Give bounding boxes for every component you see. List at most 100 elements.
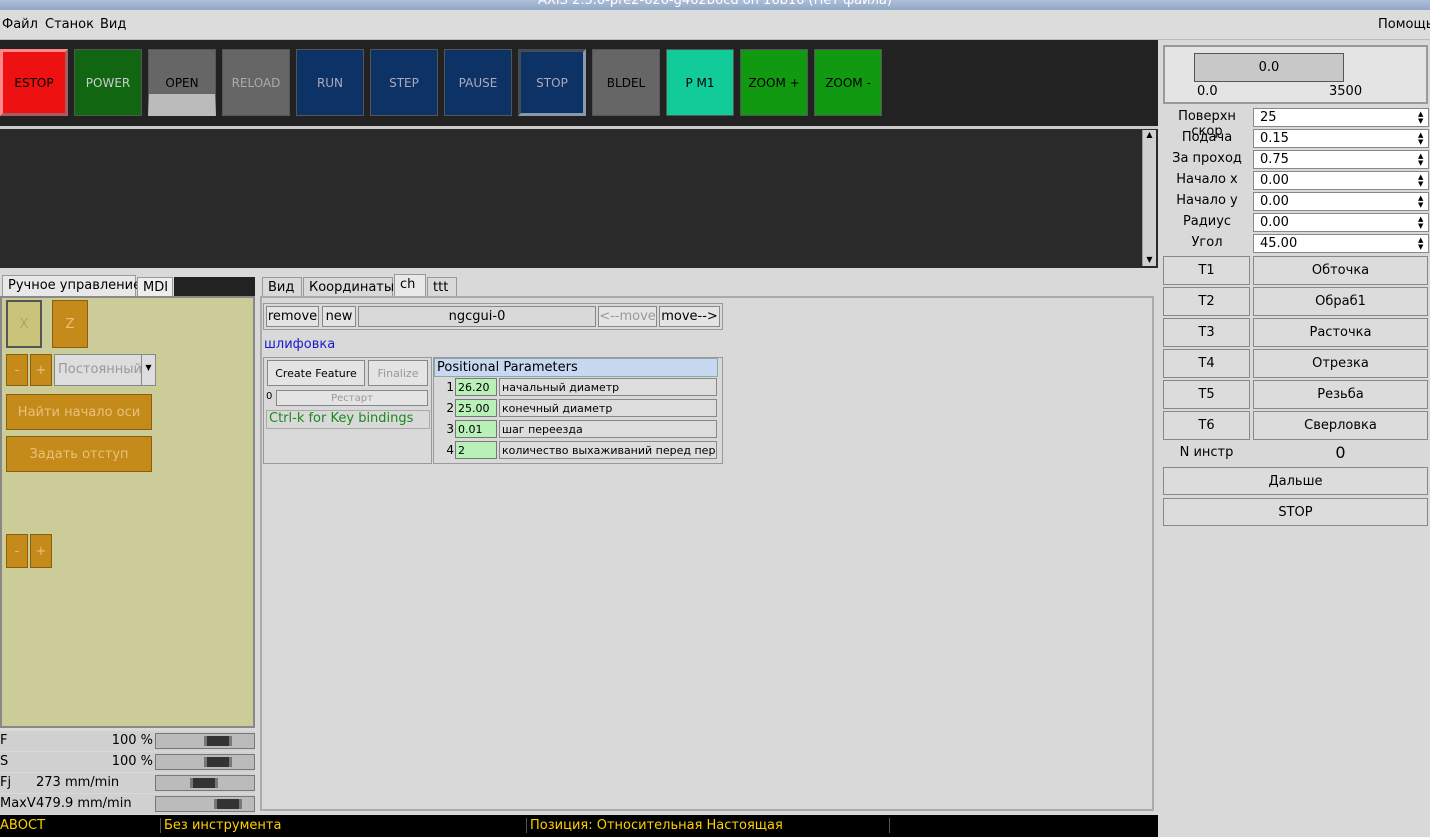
- angle-input[interactable]: 45.00 ▲ ▼: [1253, 234, 1429, 253]
- tab-ttt[interactable]: ttt: [427, 277, 457, 297]
- spinner-icon[interactable]: ▲ ▼: [1418, 111, 1426, 125]
- run-button[interactable]: RUN: [296, 49, 364, 116]
- spinner-icon[interactable]: ▲ ▼: [1418, 132, 1426, 146]
- menu-view[interactable]: Вид: [100, 17, 126, 32]
- radius-input[interactable]: 0.00 ▲ ▼: [1253, 213, 1429, 232]
- tab-view[interactable]: Вид: [262, 277, 302, 297]
- slider-knob[interactable]: [214, 799, 242, 809]
- params-title: Positional Parameters: [434, 358, 718, 377]
- param-field-value: 0.15: [1260, 131, 1289, 146]
- pm1-button[interactable]: P M1: [666, 49, 734, 116]
- status-bar: АВОСТ Без инструмента Позиция: Относител…: [0, 815, 1158, 837]
- tab-ch[interactable]: ch: [394, 274, 426, 297]
- param-field-label: Угол: [1191, 235, 1223, 250]
- reload-button[interactable]: RELOAD: [222, 49, 290, 116]
- pause-button[interactable]: PAUSE: [444, 49, 512, 116]
- param-field: За проход 0.75 ▲ ▼: [1162, 150, 1430, 169]
- param-value-input[interactable]: 2: [455, 441, 497, 459]
- tab-manual[interactable]: Ручное управление: [2, 275, 141, 296]
- spindle-max: 3500: [1329, 84, 1363, 99]
- jog-speed-slider[interactable]: [155, 775, 255, 791]
- override-label: S: [0, 754, 9, 769]
- stop-button[interactable]: STOP: [518, 49, 586, 116]
- keybind-hint: Ctrl-k for Key bindings: [266, 410, 430, 429]
- tool-t6-button[interactable]: T6: [1163, 411, 1250, 440]
- power-button[interactable]: POWER: [74, 49, 142, 116]
- start-x-input[interactable]: 0.00 ▲ ▼: [1253, 171, 1429, 190]
- tool-t4-name-button[interactable]: Отрезка: [1253, 349, 1428, 378]
- tool-t2-button[interactable]: T2: [1163, 287, 1250, 316]
- scroll-up-icon[interactable]: ▲: [1143, 130, 1156, 141]
- jog-mode-select[interactable]: Постоянный ▼: [54, 354, 156, 386]
- move-left-button[interactable]: <--move: [598, 306, 657, 327]
- menu-file[interactable]: Файл: [2, 17, 38, 32]
- start-y-input[interactable]: 0.00 ▲ ▼: [1253, 192, 1429, 211]
- restart-button[interactable]: Рестарт: [276, 390, 428, 406]
- param-field-label: Начало x: [1176, 172, 1238, 187]
- tool-t3-button[interactable]: T3: [1163, 318, 1250, 347]
- step-button[interactable]: STEP: [370, 49, 438, 116]
- tab-strip-filler: [174, 277, 255, 296]
- gcode-text-area[interactable]: [0, 126, 1158, 268]
- tool-t6-name-button[interactable]: Сверловка: [1253, 411, 1428, 440]
- zoom-out-button[interactable]: ZOOM -: [814, 49, 882, 116]
- surface-speed-input[interactable]: 25 ▲ ▼: [1253, 108, 1429, 127]
- tool-t2-name-button[interactable]: Обраб1: [1253, 287, 1428, 316]
- estop-button[interactable]: ESTOP: [0, 49, 68, 116]
- chevron-down-icon[interactable]: ▼: [141, 355, 155, 385]
- per-pass-input[interactable]: 0.75 ▲ ▼: [1253, 150, 1429, 169]
- param-value-input[interactable]: 0.01: [455, 420, 497, 438]
- tool-t5-button[interactable]: T5: [1163, 380, 1250, 409]
- tab-mdi[interactable]: MDI: [137, 277, 173, 297]
- touch-off-button[interactable]: Задать отступ: [6, 436, 152, 472]
- remove-button[interactable]: remove: [266, 306, 319, 327]
- gcode-scrollbar[interactable]: ▲ ▼: [1142, 130, 1156, 266]
- param-label: начальный диаметр: [499, 378, 717, 396]
- param-field: Угол 45.00 ▲ ▼: [1162, 234, 1430, 253]
- spinner-icon[interactable]: ▲ ▼: [1418, 153, 1426, 167]
- tool-t5-name-button[interactable]: Резьба: [1253, 380, 1428, 409]
- param-field: Радиус 0.00 ▲ ▼: [1162, 213, 1430, 232]
- spindle-override-slider[interactable]: [155, 754, 255, 770]
- title-bar: AXIS 2.5.0-pre2-626-g462b6cd on 16b16 (Н…: [0, 0, 1430, 10]
- create-feature-button[interactable]: Create Feature: [267, 360, 365, 386]
- home-axis-button[interactable]: Найти начало оси: [6, 394, 152, 430]
- param-value-input[interactable]: 25.00: [455, 399, 497, 417]
- feed-override-slider[interactable]: [155, 733, 255, 749]
- spinner-icon[interactable]: ▲ ▼: [1418, 174, 1426, 188]
- spinner-icon[interactable]: ▲ ▼: [1418, 195, 1426, 209]
- menu-help[interactable]: Помощь: [1378, 17, 1430, 32]
- finalize-button[interactable]: Finalize: [368, 360, 428, 386]
- slider-knob[interactable]: [204, 736, 232, 746]
- param-field-value: 0.75: [1260, 152, 1289, 167]
- tab-coords[interactable]: Координаты: [303, 277, 394, 297]
- tool-t4-button[interactable]: T4: [1163, 349, 1250, 378]
- tool-t1-button[interactable]: T1: [1163, 256, 1250, 285]
- restart-line-number: 0: [266, 391, 273, 402]
- max-velocity-slider[interactable]: [155, 796, 255, 812]
- tool-t3-name-button[interactable]: Расточка: [1253, 318, 1428, 347]
- feed-input[interactable]: 0.15 ▲ ▼: [1253, 129, 1429, 148]
- next-button[interactable]: Дальше: [1163, 467, 1428, 495]
- new-button[interactable]: new: [322, 306, 356, 327]
- menu-machine[interactable]: Станок: [45, 17, 94, 32]
- spinner-icon[interactable]: ▲ ▼: [1418, 237, 1426, 251]
- slider-knob[interactable]: [204, 757, 232, 767]
- zoom-in-button[interactable]: ZOOM +: [740, 49, 808, 116]
- stop-tool-button[interactable]: STOP: [1163, 498, 1428, 526]
- bldel-button[interactable]: BLDEL: [592, 49, 660, 116]
- jog-plus-button[interactable]: +: [30, 354, 52, 386]
- spindle-minus-button[interactable]: -: [6, 534, 28, 568]
- jog-minus-button[interactable]: -: [6, 354, 28, 386]
- slider-knob[interactable]: [190, 778, 218, 788]
- spinner-icon[interactable]: ▲ ▼: [1418, 216, 1426, 230]
- open-button[interactable]: OPEN: [148, 49, 216, 116]
- spindle-plus-button[interactable]: +: [30, 534, 52, 568]
- axis-x-button[interactable]: X: [6, 300, 42, 348]
- param-value-input[interactable]: 26.20: [455, 378, 497, 396]
- tool-t1-name-button[interactable]: Обточка: [1253, 256, 1428, 285]
- override-value: 100 %: [111, 733, 153, 748]
- scroll-down-icon[interactable]: ▼: [1143, 255, 1156, 266]
- move-right-button[interactable]: move-->: [659, 306, 720, 327]
- axis-z-button[interactable]: Z: [52, 300, 88, 348]
